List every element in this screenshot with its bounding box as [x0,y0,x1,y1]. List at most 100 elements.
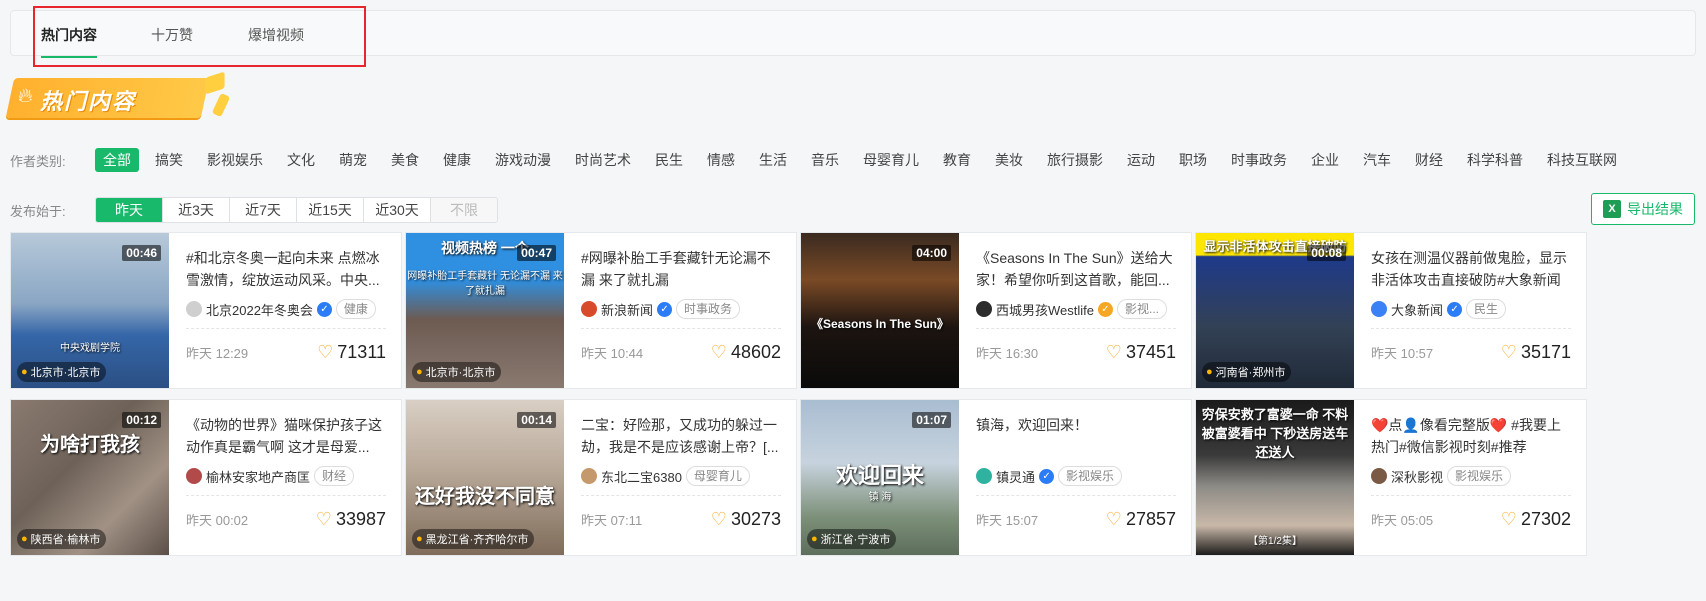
location-badge: ● 北京市·北京市 [412,362,502,382]
author-name[interactable]: 大象新闻 [1391,300,1443,319]
video-card[interactable]: 显示非活体攻击直接破防 00:08 ● 河南省·郑州市 女孩在测温仪器前做鬼脸，显示非活… [1195,232,1587,389]
author-name[interactable]: 东北二宝6380 [601,467,682,486]
like-count: ♡ 27302 [1501,509,1571,530]
like-count-value: 27857 [1125,509,1176,529]
date-option[interactable]: 不限 [431,198,497,222]
avatar[interactable] [581,468,597,484]
category-option[interactable]: 旅行摄影 [1039,148,1111,172]
author-name[interactable]: 榆林安家地产商匡 [206,467,310,486]
video-thumbnail[interactable]: 还好我没不同意 00:14 ● 黑龙江省·齐齐哈尔市 [406,400,564,555]
video-thumbnail[interactable]: 为啥打我孩 00:12 ● 陕西省·榆林市 [11,400,169,555]
tab-surging-videos[interactable]: 爆增视频 [248,25,304,45]
video-title[interactable]: #网曝补胎工手套藏针无论漏不漏 来了就扎漏 [581,247,781,291]
publish-time: 昨天 05:05 [1371,513,1434,528]
like-count: ♡ 37451 [1106,342,1176,363]
video-card[interactable]: 视频热榜 一个 网曝补胎工手套藏针 无论漏不漏 来了就扎漏 00:47 ● 北京市·北京… [405,232,797,389]
category-option[interactable]: 母婴育儿 [855,148,927,172]
thumbnail-subcaption: 【第1/2集】 [1248,536,1302,547]
category-option[interactable]: 教育 [935,148,979,172]
category-option[interactable]: 美妆 [987,148,1031,172]
video-thumbnail[interactable]: 《Seasons In The Sun》 04:00 [801,233,959,388]
category-option[interactable]: 音乐 [803,148,847,172]
category-option[interactable]: 健康 [435,148,479,172]
video-thumbnail[interactable]: 欢迎回来镇 海 01:07 ● 浙江省·宁波市 [801,400,959,555]
date-option[interactable]: 近15天 [297,198,364,222]
video-card[interactable]: 欢迎回来镇 海 01:07 ● 浙江省·宁波市 镇海，欢迎回来！ 镇灵通 ✓ 影视娱乐 昨天 1… [800,399,1192,556]
video-thumbnail[interactable]: 中央戏剧学院 00:46 ● 北京市·北京市 [11,233,169,388]
author-name[interactable]: 镇灵通 [996,467,1035,486]
author-row: 镇灵通 ✓ 影视娱乐 [976,465,1176,487]
location-text: 浙江省·宁波市 [820,534,891,546]
avatar[interactable] [976,468,992,484]
export-results-button[interactable]: X 导出结果 [1591,193,1695,225]
video-title[interactable]: #和北京冬奥一起向未来 点燃冰雪激情，绽放运动风采。中央... [186,247,386,291]
avatar[interactable] [186,301,202,317]
author-name[interactable]: 北京2022年冬奥会 [206,300,313,319]
avatar[interactable] [1371,468,1387,484]
card-footer: 昨天 15:07 ♡ 27857 [976,509,1176,530]
date-option[interactable]: 近30天 [364,198,431,222]
avatar[interactable] [581,301,597,317]
author-row: 榆林安家地产商匡 财经 [186,465,386,487]
category-option[interactable]: 汽车 [1355,148,1399,172]
category-option[interactable]: 全部 [95,148,139,172]
video-title[interactable]: 女孩在测温仪器前做鬼脸，显示非活体攻击直接破防#大象新闻 [1371,247,1571,291]
category-option[interactable]: 萌宠 [331,148,375,172]
category-option[interactable]: 美食 [383,148,427,172]
video-thumbnail[interactable]: 显示非活体攻击直接破防 00:08 ● 河南省·郑州市 [1196,233,1354,388]
category-option[interactable]: 民生 [647,148,691,172]
publish-time: 昨天 12:29 [186,346,249,361]
category-option[interactable]: 企业 [1303,148,1347,172]
video-title[interactable]: 二宝：好险那，又成功的躲过一劫，我是不是应该感谢上帝？[... [581,414,781,458]
video-card[interactable]: 中央戏剧学院 00:46 ● 北京市·北京市 #和北京冬奥一起向未来 点燃冰雪激情，绽放… [10,232,402,389]
avatar[interactable] [1371,301,1387,317]
category-tag: 健康 [335,299,376,319]
banner-accent [211,92,231,118]
video-card[interactable]: 为啥打我孩 00:12 ● 陕西省·榆林市 《动物的世界》猫咪保护孩子这动作真是霸气啊 … [10,399,402,556]
author-name[interactable]: 新浪新闻 [601,300,653,319]
date-filter: 昨天 近3天 近7天 近15天 近30天 不限 [95,197,498,223]
category-option[interactable]: 运动 [1119,148,1163,172]
video-info: 《Seasons In The Sun》送给大家！希望你听到这首歌，能回... 西… [976,247,1176,363]
video-title[interactable]: 镇海，欢迎回来！ [976,414,1176,458]
date-option[interactable]: 昨天 [96,198,163,222]
author-name[interactable]: 西城男孩Westlife [996,300,1094,319]
tab-100k-likes[interactable]: 十万赞 [151,25,193,45]
avatar[interactable] [976,301,992,317]
category-option[interactable]: 科学科普 [1459,148,1531,172]
category-option[interactable]: 搞笑 [147,148,191,172]
category-option[interactable]: 时尚艺术 [567,148,639,172]
video-card[interactable]: 《Seasons In The Sun》 04:00 《Seasons In The… [800,232,1192,389]
divider [976,495,1176,496]
video-title[interactable]: ❤️点👤像看完整版❤️ #我要上热门#微信影视时刻#推荐 [1371,414,1571,458]
date-option[interactable]: 近7天 [230,198,297,222]
like-count: ♡ 35171 [1501,342,1571,363]
video-card[interactable]: 穷保安救了富婆一命 不料被富婆看中 下秒送房送车还送人 【第1/2集】 ❤️点👤像看… [1195,399,1587,556]
heart-icon: ♡ [1500,509,1517,529]
video-thumbnail[interactable]: 穷保安救了富婆一命 不料被富婆看中 下秒送房送车还送人 【第1/2集】 [1196,400,1354,555]
category-option[interactable]: 生活 [751,148,795,172]
category-option[interactable]: 职场 [1171,148,1215,172]
card-footer: 昨天 07:11 ♡ 30273 [581,509,781,530]
author-name[interactable]: 深秋影视 [1391,467,1443,486]
video-duration: 04:00 [912,245,951,261]
like-count: ♡ 48602 [711,342,781,363]
date-option[interactable]: 近3天 [163,198,230,222]
video-title[interactable]: 《动物的世界》猫咪保护孩子这动作真是霸气啊 这才是母爱... [186,414,386,458]
category-option[interactable]: 时事政务 [1223,148,1295,172]
video-title[interactable]: 《Seasons In The Sun》送给大家！希望你听到这首歌，能回... [976,247,1176,291]
video-thumbnail[interactable]: 视频热榜 一个 网曝补胎工手套藏针 无论漏不漏 来了就扎漏 00:47 ● 北京市·北京… [406,233,564,388]
content-tabs-bar: 热门内容 十万赞 爆增视频 [10,10,1696,58]
category-option[interactable]: 科技互联网 [1539,148,1625,172]
heart-icon: ♡ [710,509,727,529]
category-option[interactable]: 文化 [279,148,323,172]
card-footer: 昨天 10:44 ♡ 48602 [581,342,781,363]
tab-hot-content[interactable]: 热门内容 [41,25,97,58]
category-option[interactable]: 财经 [1407,148,1451,172]
like-count-value: 33987 [335,509,386,529]
avatar[interactable] [186,468,202,484]
category-option[interactable]: 情感 [699,148,743,172]
category-option[interactable]: 游戏动漫 [487,148,559,172]
video-card[interactable]: 还好我没不同意 00:14 ● 黑龙江省·齐齐哈尔市 二宝：好险那，又成功的躲过一劫，我… [405,399,797,556]
category-option[interactable]: 影视娱乐 [199,148,271,172]
